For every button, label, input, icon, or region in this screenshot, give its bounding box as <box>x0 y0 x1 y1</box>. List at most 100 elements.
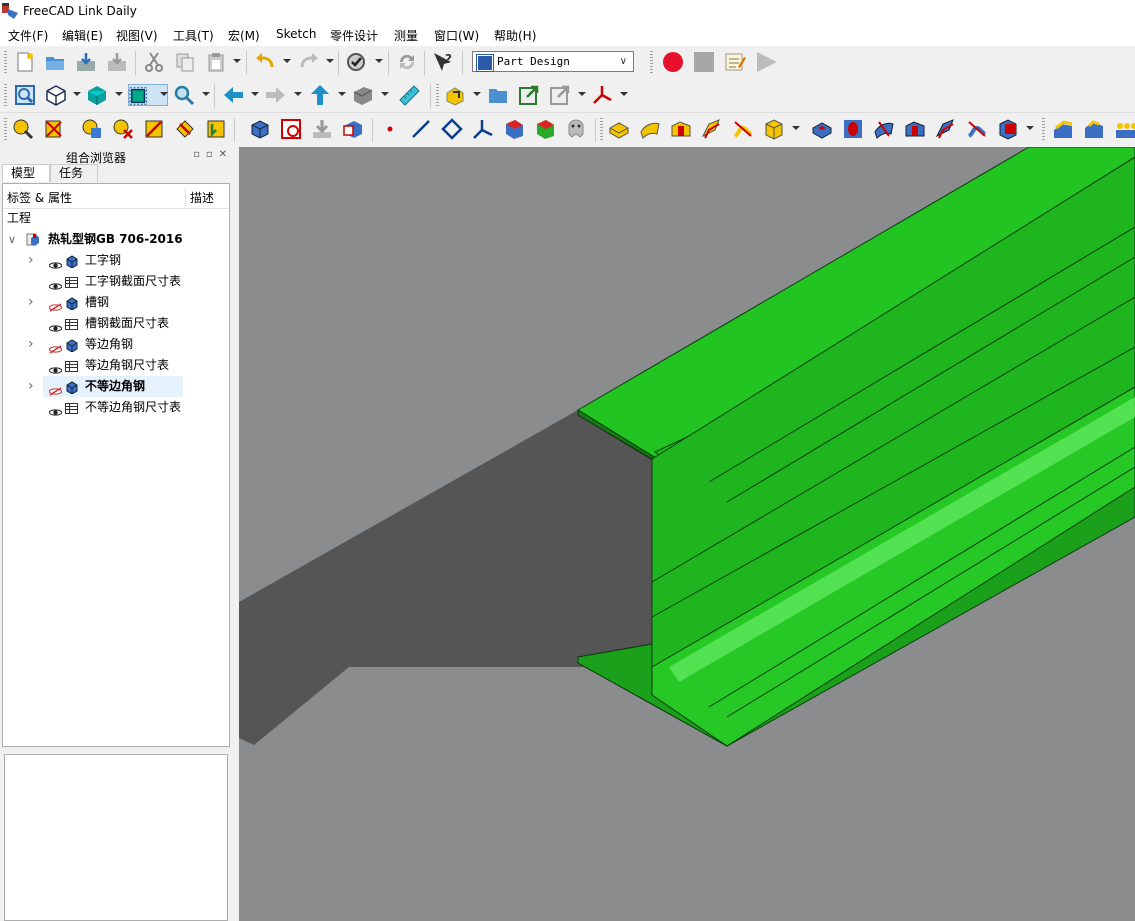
chevron-down-icon[interactable]: ∨ <box>8 229 16 250</box>
open-file-icon[interactable] <box>44 51 66 73</box>
create-sketch-icon[interactable] <box>280 118 302 140</box>
draw-style-icon[interactable] <box>86 84 108 106</box>
macro-tool-4-icon[interactable] <box>112 118 134 140</box>
subtractive-pipe-icon[interactable] <box>935 118 957 140</box>
menu-view[interactable]: 视图(V) <box>116 27 158 44</box>
std-part-icon[interactable] <box>352 84 374 106</box>
toolbar-grip[interactable] <box>436 84 439 108</box>
export-link-icon[interactable] <box>518 84 540 106</box>
zoom-icon[interactable] <box>173 84 195 106</box>
macro-tool-6-icon[interactable] <box>174 118 196 140</box>
draft-icon[interactable] <box>1114 118 1135 140</box>
toolbar-grip[interactable] <box>650 51 653 75</box>
macro-tool-1-icon[interactable] <box>12 118 34 140</box>
chevron-right-icon[interactable]: › <box>28 376 34 397</box>
workbench-selector[interactable]: Part Design ∨ <box>472 51 634 72</box>
datum-plane-icon[interactable] <box>441 118 463 140</box>
tree-item[interactable]: › 工字钢 <box>28 250 183 271</box>
visibility-eye-icon[interactable] <box>48 403 63 416</box>
visibility-eye-icon[interactable] <box>48 256 63 269</box>
toolbar-grip[interactable] <box>1042 118 1045 142</box>
chamfer-icon[interactable] <box>1083 118 1105 140</box>
local-cs-icon[interactable] <box>472 118 494 140</box>
back-arrow-icon[interactable] <box>222 84 244 106</box>
3d-viewport[interactable] <box>239 147 1135 921</box>
copy-icon[interactable] <box>174 51 196 73</box>
measure-ruler-icon[interactable] <box>398 84 420 106</box>
hole-icon[interactable] <box>842 118 864 140</box>
macro-tool-3-icon[interactable] <box>81 118 103 140</box>
edit-macro-icon[interactable] <box>724 51 746 73</box>
chevron-right-icon[interactable]: › <box>28 250 34 271</box>
part-dropdown-icon[interactable] <box>381 92 389 96</box>
subtractive-primitive-icon[interactable] <box>997 118 1019 140</box>
folder-icon[interactable] <box>487 84 509 106</box>
run-macro-icon[interactable] <box>755 51 777 73</box>
macro-tool-7-icon[interactable] <box>205 118 227 140</box>
hidden-eye-icon[interactable] <box>48 298 63 312</box>
column-label-header[interactable]: 标签 & 属性 <box>7 189 72 206</box>
axis-cross-icon[interactable] <box>591 84 613 106</box>
redo-icon[interactable] <box>298 51 320 73</box>
link-select-dropdown-icon[interactable] <box>578 92 586 96</box>
forward-arrow-icon[interactable] <box>265 84 287 106</box>
link-select-icon[interactable] <box>549 84 571 106</box>
additive-primitive-icon[interactable] <box>763 118 785 140</box>
shape-binder-icon[interactable] <box>503 118 525 140</box>
tree-item[interactable]: › 槽钢 <box>28 292 183 313</box>
visibility-eye-icon[interactable] <box>48 361 63 374</box>
macro-tool-5-icon[interactable] <box>143 118 165 140</box>
sketch-map-icon[interactable] <box>342 118 364 140</box>
tree-item[interactable]: 等边角钢尺寸表 <box>43 355 183 376</box>
cut-icon[interactable] <box>143 51 165 73</box>
undo-icon[interactable] <box>254 51 276 73</box>
refresh-check-icon[interactable] <box>345 51 367 73</box>
primitive-dropdown-icon[interactable] <box>792 126 800 130</box>
toolbar-grip[interactable] <box>4 118 7 142</box>
selection-dropdown-icon[interactable] <box>160 92 168 96</box>
tree-item[interactable]: 不等边角钢尺寸表 <box>43 397 183 418</box>
additive-loft-icon[interactable] <box>670 118 692 140</box>
undo-dropdown-icon[interactable] <box>283 59 291 63</box>
subtractive-dropdown-icon[interactable] <box>1026 126 1034 130</box>
revolution-icon[interactable] <box>639 118 661 140</box>
pad-icon[interactable] <box>608 118 630 140</box>
forward-dropdown-icon[interactable] <box>294 92 302 96</box>
create-link-icon[interactable] <box>444 84 466 106</box>
refresh-dropdown-icon[interactable] <box>375 59 383 63</box>
subtractive-loft-icon[interactable] <box>904 118 926 140</box>
toolbar-grip[interactable] <box>4 51 7 75</box>
toolbar-grip[interactable] <box>4 84 7 108</box>
panel-window-buttons[interactable]: ▫▫✕ <box>193 149 233 160</box>
axis-dropdown-icon[interactable] <box>620 92 628 96</box>
menu-sketch[interactable]: Sketch <box>276 27 316 41</box>
toolbar-grip[interactable] <box>600 118 603 142</box>
save-file-icon[interactable] <box>75 51 97 73</box>
paste-dropdown-icon[interactable] <box>233 59 241 63</box>
tab-model[interactable]: 模型 <box>2 164 50 182</box>
new-file-icon[interactable] <box>14 51 36 73</box>
tree-document-row[interactable]: ∨ 热轧型钢GB 706-2016 <box>3 229 229 250</box>
fillet-icon[interactable] <box>1052 118 1074 140</box>
tree-item[interactable]: 工字钢截面尺寸表 <box>43 271 183 292</box>
additive-pipe-icon[interactable] <box>701 118 723 140</box>
validate-sketch-icon[interactable] <box>311 118 333 140</box>
menu-window[interactable]: 窗口(W) <box>434 27 479 44</box>
menu-file[interactable]: 文件(F) <box>8 27 48 44</box>
datum-point-icon[interactable] <box>379 118 401 140</box>
stop-macro-icon[interactable] <box>693 51 715 73</box>
subshape-binder-icon[interactable] <box>534 118 556 140</box>
groove-icon[interactable] <box>873 118 895 140</box>
link-dropdown-icon[interactable] <box>473 92 481 96</box>
hidden-eye-icon[interactable] <box>48 340 63 354</box>
tree-item[interactable]: › 等边角钢 <box>28 334 183 355</box>
menu-edit[interactable]: 编辑(E) <box>62 27 103 44</box>
tree-item[interactable]: › 不等边角钢 <box>28 376 183 397</box>
column-desc-header[interactable]: 描述 <box>185 189 214 206</box>
chevron-right-icon[interactable]: › <box>28 334 34 355</box>
visibility-eye-icon[interactable] <box>48 277 63 290</box>
draw-style-dropdown-icon[interactable] <box>115 92 123 96</box>
up-dropdown-icon[interactable] <box>338 92 346 96</box>
clone-icon[interactable] <box>565 118 587 140</box>
redo-dropdown-icon[interactable] <box>326 59 334 63</box>
